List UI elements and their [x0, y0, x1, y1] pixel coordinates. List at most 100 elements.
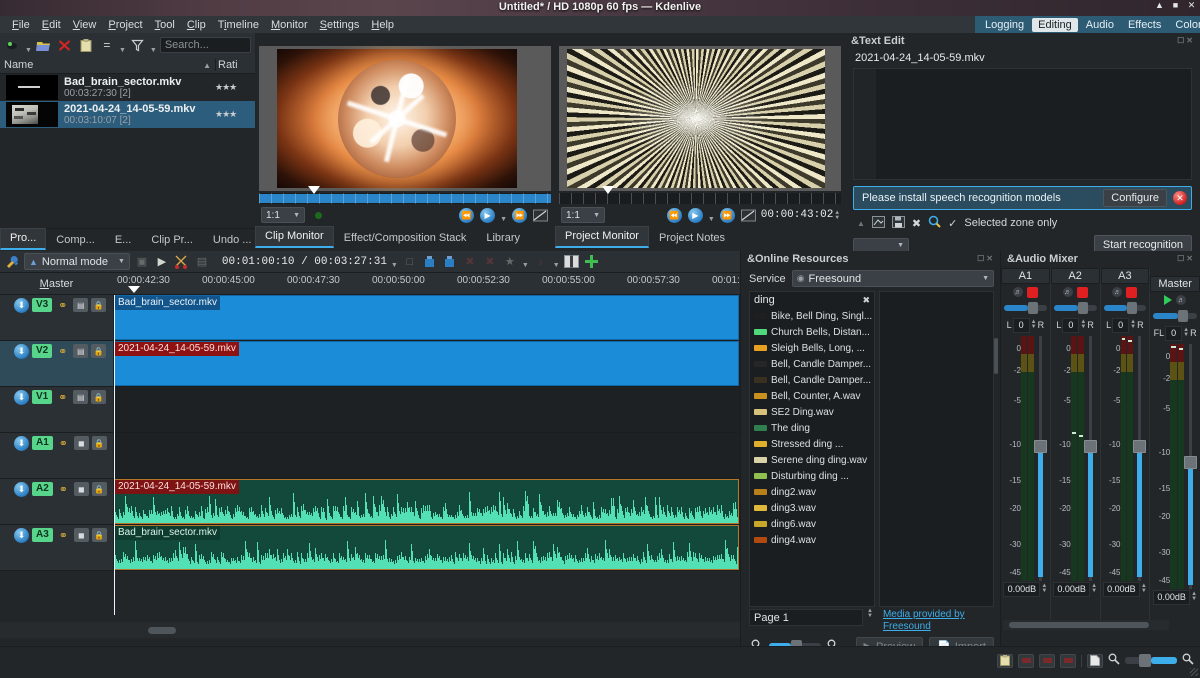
track-target-icon[interactable]: ⬇: [14, 482, 29, 497]
resource-list-item[interactable]: Bike, Bell Ding, Singl...: [750, 308, 874, 324]
skip-back-icon[interactable]: ⏪: [666, 207, 683, 224]
tab-project-notes[interactable]: Project Notes: [649, 228, 735, 248]
tab-project-bin[interactable]: Pro...: [0, 228, 47, 250]
volume-db-value[interactable]: 0.00dB: [1053, 581, 1091, 597]
marker-red-3-icon[interactable]: [1060, 653, 1076, 668]
delete-zone-icon[interactable]: ✖: [462, 254, 478, 270]
layout-tab-audio[interactable]: Audio: [1080, 18, 1120, 32]
layout-tab-logging[interactable]: Logging: [979, 18, 1030, 32]
track-body-a1[interactable]: [113, 433, 740, 478]
credit-line-1[interactable]: Media provided by: [883, 609, 965, 621]
track-lock-toggle[interactable]: 🔒: [91, 528, 107, 542]
timecode-dropdown-icon[interactable]: ▼: [391, 262, 398, 269]
timeline-track-v3[interactable]: ⬇ V3 ⚭ ▤ 🔒 Bad_brain_sector.mkv: [0, 295, 740, 341]
mixer-strip-label[interactable]: A3: [1100, 268, 1150, 284]
volume-fader[interactable]: [1083, 336, 1097, 581]
track-name-label[interactable]: V1: [32, 390, 53, 404]
dock-buttons[interactable]: ☐✕: [977, 254, 995, 263]
track-body-a2[interactable]: 2021-04-24_14-05-59.mkv: [113, 479, 740, 524]
fader-knob[interactable]: [1083, 440, 1097, 453]
track-target-icon[interactable]: ⬇: [14, 436, 29, 451]
resource-list-item[interactable]: ding3.wav: [750, 500, 874, 516]
track-lock-toggle[interactable]: 🔒: [91, 344, 107, 358]
play-dropdown-icon[interactable]: ▼: [500, 216, 507, 223]
pan-spinner[interactable]: ▲ ▼: [1130, 319, 1136, 330]
mixer-strip-label[interactable]: A1: [1001, 268, 1050, 284]
tab-effect-stack[interactable]: Effect/Composition Stack: [334, 228, 477, 248]
marker-red-1-icon[interactable]: [1018, 653, 1034, 668]
timeline-clip[interactable]: Bad_brain_sector.mkv: [114, 525, 739, 570]
play-pause-icon[interactable]: ▶: [687, 207, 704, 224]
tab-library[interactable]: Library: [476, 228, 530, 248]
track-mute-icon[interactable]: ◼: [73, 436, 89, 450]
resource-list-item[interactable]: Bell, Candle Damper...: [750, 356, 874, 372]
tab-clip-monitor[interactable]: Clip Monitor: [255, 226, 334, 248]
minimize-icon[interactable]: ▲: [1155, 1, 1164, 10]
track-hide-icon[interactable]: ▤: [73, 390, 89, 404]
track-mute-icon[interactable]: ◼: [73, 482, 89, 496]
timeline-track-a3[interactable]: ⬇ A3 ⚭ ◼ 🔒 Bad_brain_sector.mkv: [0, 525, 740, 571]
tab-undo-history[interactable]: Undo ...: [203, 230, 262, 250]
insert-zone-end-icon[interactable]: [442, 254, 458, 270]
track-name-label[interactable]: V3: [32, 298, 53, 312]
timeline-scroll-thumb[interactable]: [148, 626, 176, 634]
search-input[interactable]: Search...: [159, 37, 251, 53]
timeline-clip[interactable]: 2021-04-24_14-05-59.mkv: [114, 341, 739, 386]
resource-list-item[interactable]: Sleigh Bells, Long, ...: [750, 340, 874, 356]
project-monitor-zonebar[interactable]: [559, 186, 841, 204]
timeline-track-v1[interactable]: ⬇ V1 ⚭ ▤ 🔒: [0, 387, 740, 433]
mixer-strip-label[interactable]: Master: [1150, 276, 1200, 292]
bin-item-rating[interactable]: ★★★: [215, 109, 255, 120]
column-header-rating[interactable]: Rati: [215, 59, 255, 71]
timeline-timecode[interactable]: 00:01:00:10 / 00:03:27:31: [222, 256, 387, 268]
clip-monitor-screen[interactable]: [259, 46, 551, 191]
delete-icon[interactable]: [56, 36, 74, 54]
resource-list-item[interactable]: SE2 Ding.wav: [750, 404, 874, 420]
timeline-clip[interactable]: Bad_brain_sector.mkv: [114, 295, 739, 340]
timeline-horizontal-scrollbar[interactable]: [0, 622, 740, 638]
pan-spinner[interactable]: ▲ ▼: [1183, 327, 1189, 338]
page-spinner[interactable]: ▲ ▼: [867, 608, 873, 619]
menu-item-help[interactable]: Help: [365, 18, 400, 32]
clip-monitor-zonebar[interactable]: [259, 186, 551, 204]
resource-list-item[interactable]: The ding: [750, 420, 874, 436]
record-icon[interactable]: [1126, 286, 1138, 298]
filter-dropdown-icon[interactable]: ▼: [150, 47, 157, 54]
credit-line-2[interactable]: Freesound: [883, 621, 965, 633]
skip-forward-icon[interactable]: ⏩: [511, 207, 528, 224]
track-target-icon[interactable]: ⬇: [14, 390, 29, 405]
master-track-label[interactable]: Master: [0, 273, 113, 295]
dock-buttons[interactable]: ☐✕: [1177, 254, 1195, 263]
marker-icon[interactable]: □: [402, 254, 418, 270]
mixer-scroll-thumb[interactable]: [1009, 622, 1149, 628]
track-mute-icon[interactable]: ◼: [73, 528, 89, 542]
sort-icon[interactable]: =: [98, 36, 116, 54]
resource-list-item[interactable]: Disturbing ding ...: [750, 468, 874, 484]
track-body-v2[interactable]: 2021-04-24_14-05-59.mkv: [113, 341, 740, 386]
record-icon[interactable]: [1026, 286, 1038, 298]
resource-list-item[interactable]: Bell, Counter, A.wav: [750, 388, 874, 404]
add-track-icon[interactable]: [584, 254, 600, 270]
track-lock-icon[interactable]: ⚭: [56, 436, 71, 451]
mute-icon[interactable]: ♬: [1112, 287, 1123, 297]
filter-icon[interactable]: [129, 36, 147, 54]
timeline-ruler-track[interactable]: 00:00:42:30 00:00:45:00 00:00:47:30 00:0…: [113, 273, 740, 294]
resource-list-item[interactable]: ding4.wav: [750, 532, 874, 548]
save-text-icon[interactable]: [891, 215, 905, 231]
timeline-ruler[interactable]: Master 00:00:42:30 00:00:45:00 00:00:47:…: [0, 273, 740, 295]
service-dropdown-icon[interactable]: ▼: [982, 275, 989, 282]
timeline-track-v2[interactable]: ⬇ V2 ⚭ ▤ 🔒 2021-04-24_14-05-59.mkv: [0, 341, 740, 387]
track-target-icon[interactable]: ⬇: [14, 298, 29, 313]
volume-fader[interactable]: [1184, 344, 1197, 589]
menu-item-view[interactable]: View: [67, 18, 103, 32]
add-clip-icon[interactable]: [4, 36, 22, 54]
close-icon[interactable]: ✕: [1187, 1, 1196, 10]
track-name-label[interactable]: A1: [32, 436, 53, 450]
clear-search-icon[interactable]: ✖: [862, 295, 870, 306]
timeline-zoom-in-icon[interactable]: [1182, 653, 1194, 668]
layout-tab-color[interactable]: Color: [1169, 18, 1200, 32]
tab-project-monitor[interactable]: Project Monitor: [555, 226, 649, 248]
menu-item-monitor[interactable]: Monitor: [265, 18, 314, 32]
speech-collapse-icon[interactable]: ▲: [857, 219, 865, 228]
project-monitor-screen[interactable]: [559, 46, 841, 191]
